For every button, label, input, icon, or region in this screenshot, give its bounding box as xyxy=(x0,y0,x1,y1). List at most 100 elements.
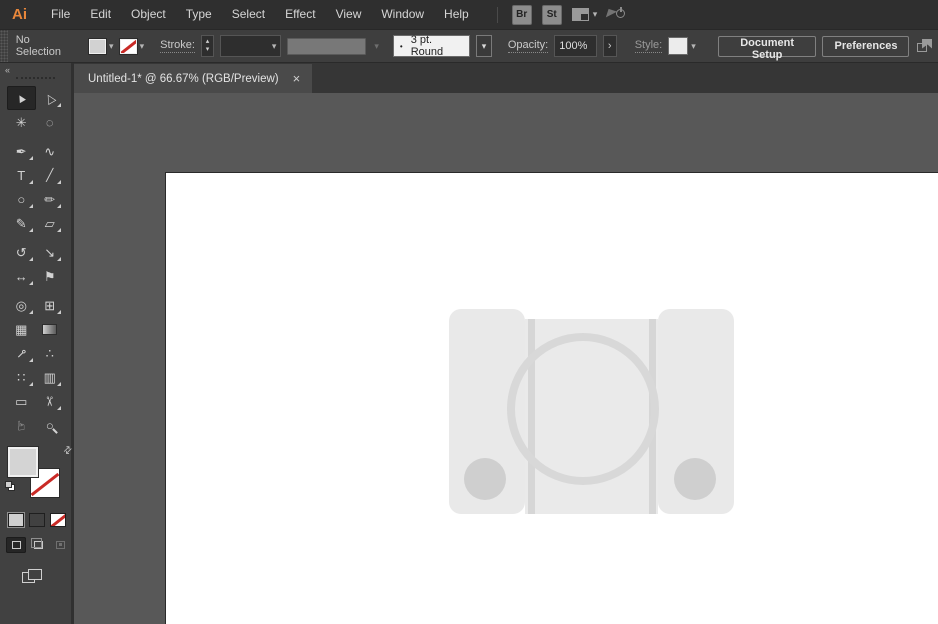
tool-shape-builder[interactable]: ◎ xyxy=(7,293,36,317)
arrange-documents-control[interactable]: ▾ xyxy=(571,8,598,21)
menu-help[interactable]: Help xyxy=(434,0,479,29)
draw-behind-icon xyxy=(30,538,43,549)
tool-width[interactable]: ↔ xyxy=(7,264,36,288)
preferences-button[interactable]: Preferences xyxy=(822,35,910,57)
artboard[interactable] xyxy=(165,172,938,624)
draw-inside-icon xyxy=(55,541,65,549)
bridge-button[interactable]: Br xyxy=(511,4,532,25)
tool-eraser[interactable]: ▱ xyxy=(36,211,65,235)
tool-shaper[interactable]: ✎ xyxy=(7,211,36,235)
tool-symbol-sprayer[interactable]: ∷ xyxy=(7,365,36,389)
menu-object[interactable]: Object xyxy=(121,0,176,29)
stroke-weight-select[interactable]: ▾ xyxy=(220,35,282,57)
column-graph-icon: ▥ xyxy=(43,369,56,385)
tool-zoom[interactable]: ○ xyxy=(36,413,65,437)
fill-swatch[interactable] xyxy=(88,37,108,55)
menu-edit[interactable]: Edit xyxy=(80,0,121,29)
tool-grid: ▲ △ ✳ ◌ ✒ ∿ T ╱ ○ ✏ ✎ ▱ ↺ ↘ ↔ ⚑ ◎ ⊞ ▦ ⊸ ∴ ∷ ▥ ▭ ✂ ☞ ○ xyxy=(0,86,71,437)
chevron-down-icon[interactable]: ▾ xyxy=(109,41,114,52)
document-setup-button[interactable]: Document Setup xyxy=(717,35,817,61)
brush-value: 3 pt. Round xyxy=(410,34,444,58)
style-control[interactable]: ▾ xyxy=(668,37,696,55)
menu-file[interactable]: File xyxy=(41,0,80,29)
tool-paintbrush[interactable]: ✏ xyxy=(36,187,65,211)
tool-eyedropper[interactable]: ⊸ xyxy=(7,341,36,365)
swap-fill-stroke-icon[interactable]: ⇄ xyxy=(61,444,75,458)
color-paint-button[interactable] xyxy=(8,513,24,527)
brush-definition-select[interactable]: • 3 pt. Round xyxy=(392,34,471,58)
tool-puppet-warp[interactable]: ⚑ xyxy=(36,264,65,288)
tool-artboard[interactable]: ▭ xyxy=(7,389,36,413)
curvature-icon: ∿ xyxy=(44,143,56,159)
chevron-up-icon[interactable]: ▴ xyxy=(206,38,210,46)
tool-direct-selection[interactable]: △ xyxy=(36,86,65,110)
tool-line-segment[interactable]: ╱ xyxy=(36,163,65,187)
brush-dot-icon: • xyxy=(399,41,403,51)
chevron-down-icon[interactable]: ▾ xyxy=(593,9,598,20)
control-bar: No Selection ▾ ▾ Stroke: ▴ ▾ ▾ ▾ • 3 pt.… xyxy=(0,29,938,63)
none-paint-button[interactable] xyxy=(50,513,66,527)
chevron-down-icon[interactable]: ▾ xyxy=(206,46,210,54)
chevron-down-icon[interactable]: ▾ xyxy=(140,41,145,52)
panel-drag-handle[interactable] xyxy=(16,77,55,84)
stroke-label[interactable]: Stroke: xyxy=(160,39,195,53)
tool-column-graph[interactable]: ▥ xyxy=(36,365,65,389)
chevron-down-icon[interactable]: ▾ xyxy=(272,41,277,52)
stock-button[interactable]: St xyxy=(541,4,562,25)
console-button-right[interactable] xyxy=(674,458,716,500)
opacity-input[interactable]: 100% xyxy=(554,35,597,57)
fill-color-control[interactable]: ▾ xyxy=(88,37,114,55)
tool-slice[interactable]: ✂ xyxy=(36,389,65,413)
style-swatch[interactable] xyxy=(668,37,689,55)
tool-lasso[interactable]: ◌ xyxy=(36,110,65,134)
workspace-icon[interactable] xyxy=(917,38,933,54)
fill-indicator[interactable] xyxy=(7,446,39,478)
selection-icon: ▲ xyxy=(12,88,30,108)
document-tab[interactable]: Untitled-1* @ 66.67% (RGB/Preview) × xyxy=(74,64,313,93)
console-button-left[interactable] xyxy=(464,458,506,500)
tool-rotate[interactable]: ↺ xyxy=(7,240,36,264)
default-fill-stroke-icon[interactable] xyxy=(5,481,16,492)
menu-effect[interactable]: Effect xyxy=(275,0,325,29)
menu-type[interactable]: Type xyxy=(176,0,222,29)
draw-behind-button[interactable] xyxy=(28,537,48,553)
panel-grip-icon[interactable] xyxy=(0,30,8,62)
screen-mode-button[interactable] xyxy=(22,569,44,585)
tool-gradient[interactable] xyxy=(36,317,65,341)
app-window: Ai File Edit Object Type Select Effect View Win… xyxy=(0,0,938,624)
canvas-workspace[interactable] xyxy=(74,93,938,624)
chevron-down-icon[interactable]: ▾ xyxy=(691,41,696,52)
tool-scale[interactable]: ↘ xyxy=(36,240,65,264)
close-icon[interactable]: × xyxy=(293,72,301,85)
collapse-panel-icon[interactable]: « xyxy=(0,63,71,77)
stroke-none-swatch[interactable] xyxy=(118,37,138,55)
tool-selection[interactable]: ▲ xyxy=(7,86,36,110)
magic-wand-icon: ✳ xyxy=(15,114,27,130)
style-label[interactable]: Style: xyxy=(634,39,663,53)
tool-curvature[interactable]: ∿ xyxy=(36,139,65,163)
tool-hand[interactable]: ☞ xyxy=(7,413,36,437)
brush-dropdown-button[interactable]: ▾ xyxy=(476,35,492,57)
opacity-options-button[interactable]: › xyxy=(602,35,617,57)
tool-ellipse[interactable]: ○ xyxy=(7,187,36,211)
paintbrush-icon: ✏ xyxy=(44,191,56,207)
tool-mesh[interactable]: ▦ xyxy=(7,317,36,341)
tool-magic-wand[interactable]: ✳ xyxy=(7,110,36,134)
gpu-performance-icon[interactable] xyxy=(606,6,626,23)
menu-window[interactable]: Window xyxy=(371,0,434,29)
menu-select[interactable]: Select xyxy=(222,0,275,29)
gradient-paint-button[interactable] xyxy=(29,513,45,527)
tool-type[interactable]: T xyxy=(7,163,36,187)
stroke-color-control[interactable]: ▾ xyxy=(118,37,145,55)
stroke-weight-stepper[interactable]: ▴ ▾ xyxy=(200,35,215,57)
opacity-label[interactable]: Opacity: xyxy=(507,39,549,53)
console-disc-ring[interactable] xyxy=(507,333,659,485)
direct-selection-icon: △ xyxy=(42,89,58,107)
menu-view[interactable]: View xyxy=(326,0,372,29)
tool-pen[interactable]: ✒ xyxy=(7,139,36,163)
draw-normal-icon xyxy=(11,541,21,549)
draw-normal-button[interactable] xyxy=(6,537,26,553)
drawing-modes-row xyxy=(6,537,71,553)
tool-perspective-grid[interactable]: ⊞ xyxy=(36,293,65,317)
tool-blend[interactable]: ∴ xyxy=(36,341,65,365)
